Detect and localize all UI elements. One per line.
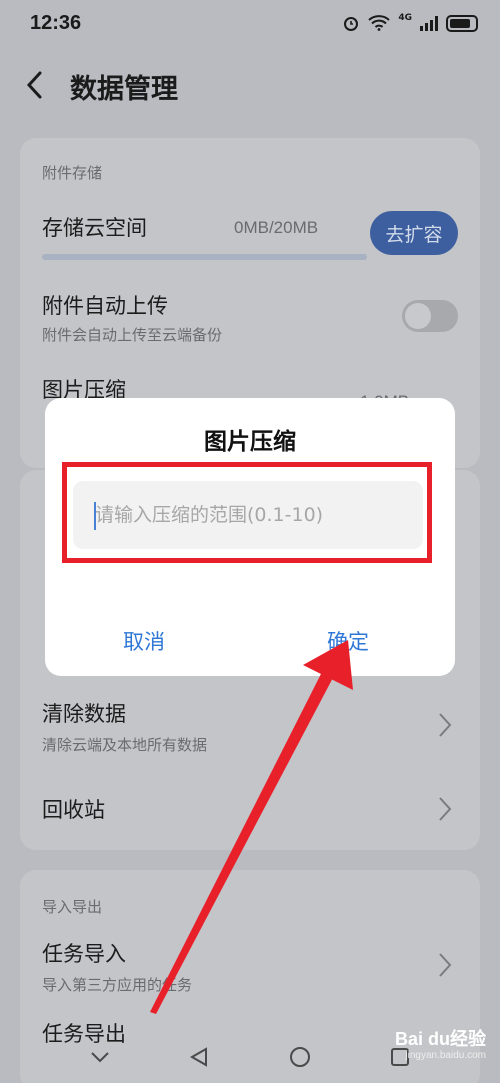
red-annotation-arrow	[150, 640, 353, 1014]
